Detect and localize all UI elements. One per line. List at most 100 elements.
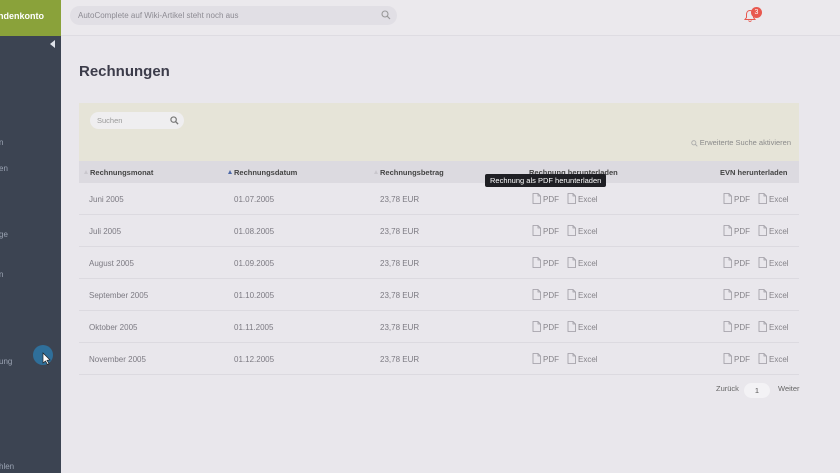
pagination-current[interactable]: 1	[744, 383, 770, 398]
header-date[interactable]: Rechnungsdatum	[228, 168, 297, 177]
evn-excel-button[interactable]: Excel	[758, 193, 789, 204]
table-row: Juni 2005 01.07.2005 23,78 EUR PDF Excel PDF E…	[79, 183, 799, 215]
header-evn: EVN herunterladen	[720, 168, 788, 177]
sidebar: ndenkonto n en ge n ung hlen	[0, 0, 61, 473]
pdf-label: PDF	[543, 259, 559, 268]
file-pdf-icon	[532, 353, 541, 364]
header-amount[interactable]: Rechnungsbetrag	[374, 168, 444, 177]
pdf-label: PDF	[543, 195, 559, 204]
invoice-pdf-button[interactable]: PDF	[532, 289, 559, 300]
sidebar-brand[interactable]: ndenkonto	[0, 0, 61, 36]
pagination-prev[interactable]: Zurück	[716, 384, 739, 393]
file-pdf-icon	[723, 257, 732, 268]
cell-date: 01.11.2005	[234, 323, 274, 332]
file-pdf-icon	[723, 289, 732, 300]
search-icon	[690, 139, 698, 147]
evn-pdf-button[interactable]: PDF	[723, 225, 750, 236]
cell-amount: 23,78 EUR	[380, 355, 420, 364]
invoice-excel-button[interactable]: Excel	[567, 193, 598, 204]
sidebar-item-4[interactable]: n	[0, 270, 3, 279]
file-pdf-icon	[532, 257, 541, 268]
file-excel-icon	[567, 225, 576, 236]
cell-amount: 23,78 EUR	[380, 227, 420, 236]
notification-badge: 3	[751, 7, 762, 18]
excel-label: Excel	[769, 227, 789, 236]
cell-month: August 2005	[89, 259, 134, 268]
file-excel-icon	[758, 289, 767, 300]
invoice-pdf-button[interactable]: PDF	[532, 257, 559, 268]
pointer-cursor-icon	[42, 352, 51, 365]
evn-excel-button[interactable]: Excel	[758, 257, 789, 268]
cell-amount: 23,78 EUR	[380, 259, 420, 268]
file-pdf-icon	[723, 193, 732, 204]
invoice-excel-button[interactable]: Excel	[567, 257, 598, 268]
cell-amount: 23,78 EUR	[380, 323, 420, 332]
search-icon[interactable]	[381, 10, 391, 20]
invoice-excel-button[interactable]: Excel	[567, 289, 598, 300]
evn-pdf-button[interactable]: PDF	[723, 289, 750, 300]
brand-label: ndenkonto	[0, 11, 44, 21]
invoice-pdf-button[interactable]: PDF	[532, 193, 559, 204]
excel-label: Excel	[769, 355, 789, 364]
invoice-excel-button[interactable]: Excel	[567, 353, 598, 364]
cell-date: 01.08.2005	[234, 227, 275, 236]
sidebar-item-5[interactable]: ung	[0, 357, 12, 366]
file-pdf-icon	[532, 289, 541, 300]
sidebar-item-2[interactable]: en	[0, 164, 8, 173]
evn-pdf-button[interactable]: PDF	[723, 193, 750, 204]
header-month-label: Rechnungsmonat	[90, 168, 154, 177]
invoice-pdf-button[interactable]: PDF	[532, 225, 559, 236]
header-month[interactable]: Rechnungsmonat	[84, 168, 153, 177]
invoice-excel-button[interactable]: Excel	[567, 225, 598, 236]
file-pdf-icon	[532, 225, 541, 236]
pdf-label: PDF	[543, 355, 559, 364]
invoices-table: Rechnungsmonat Rechnungsdatum Rechnungsb…	[79, 161, 799, 375]
advanced-search-link[interactable]: Erweiterte Suche aktivieren	[690, 138, 791, 147]
pdf-label: PDF	[734, 291, 750, 300]
evn-excel-button[interactable]: Excel	[758, 353, 789, 364]
evn-excel-button[interactable]: Excel	[758, 289, 789, 300]
pdf-label: PDF	[734, 355, 750, 364]
table-search-input[interactable]	[90, 112, 165, 129]
evn-pdf-button[interactable]: PDF	[723, 257, 750, 268]
file-pdf-icon	[723, 353, 732, 364]
file-pdf-icon	[532, 193, 541, 204]
cell-month: September 2005	[89, 291, 149, 300]
sort-icon	[374, 170, 378, 174]
table-body: Juni 2005 01.07.2005 23,78 EUR PDF Excel PDF E…	[79, 183, 799, 375]
global-search-input[interactable]	[70, 6, 370, 25]
invoice-excel-button[interactable]: Excel	[567, 321, 598, 332]
evn-excel-button[interactable]: Excel	[758, 321, 789, 332]
header-amount-label: Rechnungsbetrag	[380, 168, 444, 177]
pdf-label: PDF	[734, 195, 750, 204]
pdf-label: PDF	[543, 323, 559, 332]
file-excel-icon	[567, 353, 576, 364]
file-pdf-icon	[532, 321, 541, 332]
collapse-arrow-icon[interactable]	[50, 40, 55, 48]
invoice-pdf-button[interactable]: PDF	[532, 353, 559, 364]
table-search	[90, 112, 184, 129]
file-excel-icon	[567, 289, 576, 300]
cell-amount: 23,78 EUR	[380, 195, 420, 204]
excel-label: Excel	[578, 227, 598, 236]
excel-label: Excel	[578, 355, 598, 364]
table-row: Oktober 2005 01.11.2005 23,78 EUR PDF Excel P…	[79, 311, 799, 343]
evn-pdf-button[interactable]: PDF	[723, 353, 750, 364]
table-header: Rechnungsmonat Rechnungsdatum Rechnungsb…	[79, 161, 799, 183]
invoice-pdf-button[interactable]: PDF	[532, 321, 559, 332]
sidebar-item-1[interactable]: n	[0, 138, 3, 147]
sidebar-item-6[interactable]: hlen	[0, 462, 14, 471]
table-row: Juli 2005 01.08.2005 23,78 EUR PDF Excel PDF E…	[79, 215, 799, 247]
advanced-search-label: Erweiterte Suche aktivieren	[699, 138, 791, 147]
evn-excel-button[interactable]: Excel	[758, 225, 789, 236]
evn-pdf-button[interactable]: PDF	[723, 321, 750, 332]
pagination-next[interactable]: Weiter	[778, 384, 800, 393]
file-pdf-icon	[723, 321, 732, 332]
excel-label: Excel	[578, 259, 598, 268]
search-icon[interactable]	[170, 116, 179, 125]
cell-month: Oktober 2005	[89, 323, 138, 332]
sidebar-item-3[interactable]: ge	[0, 230, 8, 239]
excel-label: Excel	[769, 195, 789, 204]
header-date-label: Rechnungsdatum	[234, 168, 298, 177]
cell-date: 01.10.2005	[234, 291, 275, 300]
